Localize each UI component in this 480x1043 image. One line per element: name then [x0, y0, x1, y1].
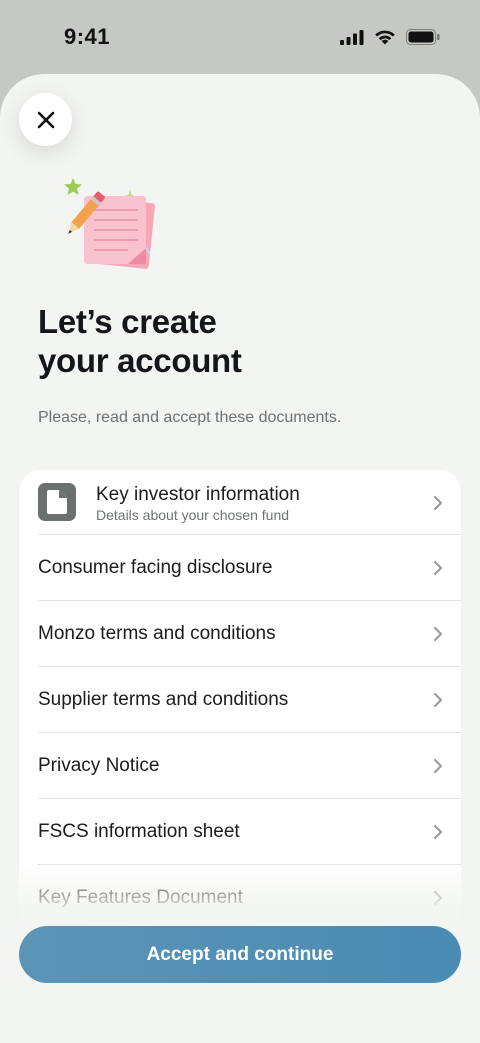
documents-list: Key investor information Details about y… [19, 470, 461, 990]
bottom-sheet: Let’s create your account Please, read a… [0, 74, 480, 1043]
page-title: Let’s create your account [38, 302, 242, 380]
close-button[interactable] [19, 93, 72, 146]
list-item-monzo-terms[interactable]: Monzo terms and conditions [19, 601, 461, 667]
list-item-label: Monzo terms and conditions [38, 623, 276, 644]
list-item-label: Privacy Notice [38, 755, 160, 776]
status-time: 9:41 [64, 24, 111, 49]
list-item-title: Key investor information [96, 484, 300, 505]
list-item-key-investor-information[interactable]: Key investor information Details about y… [19, 470, 461, 535]
chevron-right-icon [433, 758, 443, 774]
chevron-right-icon [433, 692, 443, 708]
list-item-fscs-information-sheet[interactable]: FSCS information sheet [19, 799, 461, 865]
list-item-privacy-notice[interactable]: Privacy Notice [19, 733, 461, 799]
chevron-right-icon [433, 626, 443, 642]
page-title-line2: your account [38, 342, 242, 379]
list-item-key-features-document[interactable]: Key Features Document [19, 865, 461, 931]
accept-and-continue-button[interactable]: Accept and continue [19, 926, 461, 983]
chevron-right-icon [433, 890, 443, 906]
signal-icon [340, 29, 364, 45]
list-item-label: Key Features Document [38, 887, 243, 908]
battery-icon [406, 29, 440, 45]
page-subtitle: Please, read and accept these documents. [38, 409, 342, 426]
list-item-subtitle: Details about your chosen fund [96, 507, 290, 523]
status-icons [340, 29, 440, 45]
page-title-line1: Let’s create [38, 303, 217, 340]
list-item-supplier-terms[interactable]: Supplier terms and conditions [19, 667, 461, 733]
chevron-right-icon [433, 495, 443, 510]
wifi-icon [375, 30, 395, 45]
list-item-label: Supplier terms and conditions [38, 689, 289, 710]
list-item-consumer-facing-disclosure[interactable]: Consumer facing disclosure [19, 535, 461, 601]
list-item-label: Consumer facing disclosure [38, 557, 273, 578]
notepad-pencil-illustration [64, 178, 155, 269]
list-item-label: FSCS information sheet [38, 821, 240, 842]
chevron-right-icon [433, 824, 443, 840]
close-icon [37, 111, 54, 128]
status-bar: 9:41 [0, 0, 480, 74]
document-icon [38, 483, 76, 521]
chevron-right-icon [433, 560, 443, 576]
